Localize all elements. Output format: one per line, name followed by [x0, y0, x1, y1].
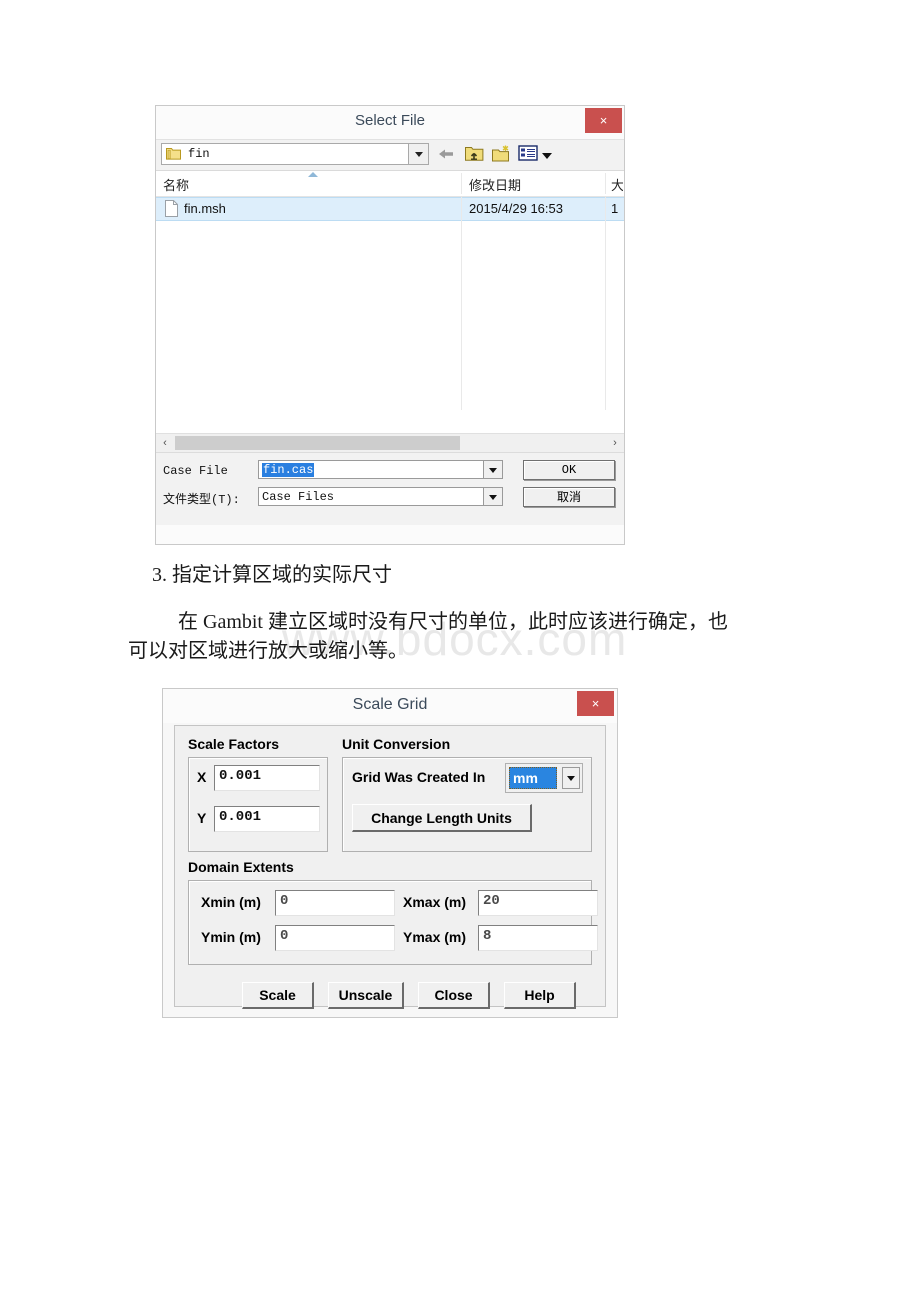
scale-x-label: X: [197, 769, 207, 785]
scale-x-value: 0.001: [219, 768, 262, 784]
column-header-modified[interactable]: 修改日期: [469, 175, 521, 194]
chevron-down-icon[interactable]: [483, 488, 502, 505]
views-chevron-down-icon[interactable]: [542, 145, 552, 163]
column-divider: [605, 197, 606, 410]
scale-y-label: Y: [197, 810, 207, 826]
scale-x-input[interactable]: 0.001: [214, 765, 320, 791]
table-row[interactable]: fin.msh 2015/4/29 16:53 1: [156, 197, 624, 221]
file-icon: [165, 200, 178, 217]
ymax-input[interactable]: 8: [478, 925, 598, 951]
file-type-select[interactable]: Case Files: [258, 487, 503, 506]
column-header-name[interactable]: 名称: [163, 175, 189, 194]
unit-conversion-label: Unit Conversion: [342, 736, 451, 752]
column-divider: [605, 173, 606, 194]
case-file-value: fin.cas: [262, 463, 315, 477]
xmax-label: Xmax (m): [403, 894, 467, 910]
ymin-input[interactable]: 0: [275, 925, 395, 951]
file-list-empty-area: [156, 197, 624, 434]
navbar-toolbar: [436, 144, 552, 164]
sort-ascending-icon: [308, 172, 318, 177]
scale-y-value: 0.001: [219, 809, 262, 825]
scale-grid-body: Scale Factors X 0.001 Y 0.001 Unit Conve…: [174, 725, 606, 1009]
file-list-header: 名称 修改日期 大: [156, 170, 624, 197]
xmax-value: 20: [483, 893, 500, 909]
close-icon[interactable]: ×: [585, 108, 622, 133]
horizontal-scrollbar[interactable]: ‹ ›: [156, 433, 624, 452]
select-file-navbar: fin: [156, 139, 624, 170]
cell-file-name: fin.msh: [184, 201, 226, 216]
path-value: fin: [188, 147, 210, 161]
cell-size: 1: [611, 201, 619, 216]
ymin-label: Ymin (m): [201, 929, 261, 945]
xmin-value: 0: [280, 893, 289, 909]
back-arrow-icon[interactable]: [436, 144, 456, 164]
chevron-down-icon[interactable]: [562, 767, 580, 789]
close-button[interactable]: Close: [418, 982, 490, 1009]
cancel-button[interactable]: 取消: [523, 487, 615, 507]
cell-modified-date: 2015/4/29 16:53: [469, 201, 563, 216]
unscale-button[interactable]: Unscale: [328, 982, 404, 1009]
change-length-units-button[interactable]: Change Length Units: [352, 804, 532, 832]
chevron-down-icon[interactable]: [483, 461, 502, 478]
select-file-dialog: Select File × fin 名称 修改日期 大 fin.msh 2015…: [155, 105, 625, 545]
path-combo[interactable]: fin: [161, 143, 429, 165]
file-type-label: 文件类型(T):: [163, 493, 240, 507]
select-file-titlebar: Select File ×: [156, 106, 624, 139]
chevron-down-icon[interactable]: [408, 144, 428, 164]
scale-grid-title: Scale Grid: [352, 696, 428, 713]
folder-icon: [166, 147, 181, 160]
scale-factors-label: Scale Factors: [188, 736, 280, 752]
column-divider: [461, 197, 462, 410]
xmin-label: Xmin (m): [201, 894, 261, 910]
case-file-label: Case File: [163, 464, 228, 478]
close-icon[interactable]: ×: [577, 691, 614, 716]
paragraph-line-1: 在 Gambit 建立区域时没有尺寸的单位，此时应该进行确定，也: [178, 611, 728, 633]
scale-y-input[interactable]: 0.001: [214, 806, 320, 832]
case-file-input[interactable]: fin.cas: [258, 460, 503, 479]
help-button[interactable]: Help: [504, 982, 576, 1009]
select-file-title: Select File: [354, 112, 426, 129]
scrollbar-thumb[interactable]: [175, 436, 460, 450]
up-folder-icon[interactable]: [464, 144, 485, 164]
ok-button[interactable]: OK: [523, 460, 615, 480]
grid-created-in-label: Grid Was Created In: [352, 769, 486, 785]
column-header-size[interactable]: 大: [611, 175, 623, 194]
ymax-label: Ymax (m): [403, 929, 467, 945]
grid-units-select[interactable]: mm: [505, 763, 583, 793]
xmax-input[interactable]: 20: [478, 890, 598, 916]
file-list: fin.msh 2015/4/29 16:53 1: [156, 197, 624, 434]
file-type-value: Case Files: [262, 490, 335, 504]
ymin-value: 0: [280, 928, 289, 944]
scale-grid-dialog: Scale Grid × Scale Factors X 0.001 Y 0.0…: [162, 688, 618, 1018]
scroll-right-icon[interactable]: ›: [607, 434, 623, 452]
scale-grid-titlebar: Scale Grid ×: [163, 689, 617, 723]
scale-button[interactable]: Scale: [242, 982, 314, 1009]
page-heading: 3. 指定计算区域的实际尺寸: [152, 564, 392, 586]
paragraph-line-2: 可以对区域进行放大或缩小等。: [128, 640, 408, 662]
ymax-value: 8: [483, 928, 492, 944]
views-icon[interactable]: [518, 144, 539, 164]
xmin-input[interactable]: 0: [275, 890, 395, 916]
domain-extents-label: Domain Extents: [188, 859, 294, 875]
new-folder-icon[interactable]: [491, 144, 512, 164]
grid-units-value: mm: [509, 767, 557, 789]
column-divider: [461, 173, 462, 194]
select-file-footer: Case File fin.cas OK 文件类型(T): Case Files…: [156, 452, 624, 525]
scroll-left-icon[interactable]: ‹: [157, 434, 173, 452]
